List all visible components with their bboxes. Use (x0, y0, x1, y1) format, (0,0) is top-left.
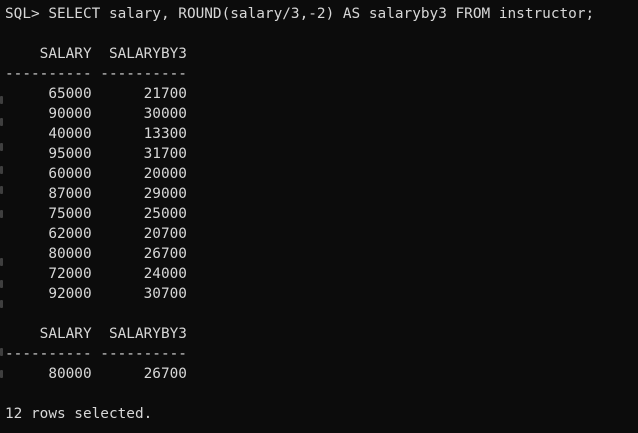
sql-command-line: SQL> SELECT salary, ROUND(salary/3,-2) A… (5, 6, 595, 22)
left-edge-artifact (0, 143, 3, 151)
column-header: SALARY SALARYBY3 (5, 326, 187, 342)
table-row: 40000 13300 (5, 126, 187, 142)
table-row: 80000 26700 (5, 366, 187, 382)
column-separator: ---------- ---------- (5, 66, 187, 82)
left-edge-artifact (0, 186, 3, 194)
left-edge-artifact (0, 258, 3, 266)
table-row: 95000 31700 (5, 146, 187, 162)
left-edge-artifact (0, 280, 3, 288)
terminal-window[interactable]: SQL> SELECT salary, ROUND(salary/3,-2) A… (0, 0, 638, 433)
left-edge-artifact (0, 210, 3, 218)
table-row: 90000 30000 (5, 106, 187, 122)
left-edge-artifact (0, 166, 3, 174)
column-header: SALARY SALARYBY3 (5, 46, 187, 62)
table-row: 65000 21700 (5, 86, 187, 102)
table-row: 60000 20000 (5, 166, 187, 182)
table-row: 72000 24000 (5, 266, 187, 282)
table-row: 92000 30700 (5, 286, 187, 302)
left-edge-artifact (0, 96, 3, 104)
table-row: 62000 20700 (5, 226, 187, 242)
left-edge-artifact (0, 118, 3, 126)
table-row: 87000 29000 (5, 186, 187, 202)
table-row: 80000 26700 (5, 246, 187, 262)
table-row: 75000 25000 (5, 206, 187, 222)
left-edge-artifact (0, 348, 3, 356)
left-edge-artifact (0, 300, 3, 308)
left-edge-artifact (0, 370, 3, 378)
column-separator: ---------- ---------- (5, 346, 187, 362)
rows-selected-footer: 12 rows selected. (5, 406, 153, 422)
